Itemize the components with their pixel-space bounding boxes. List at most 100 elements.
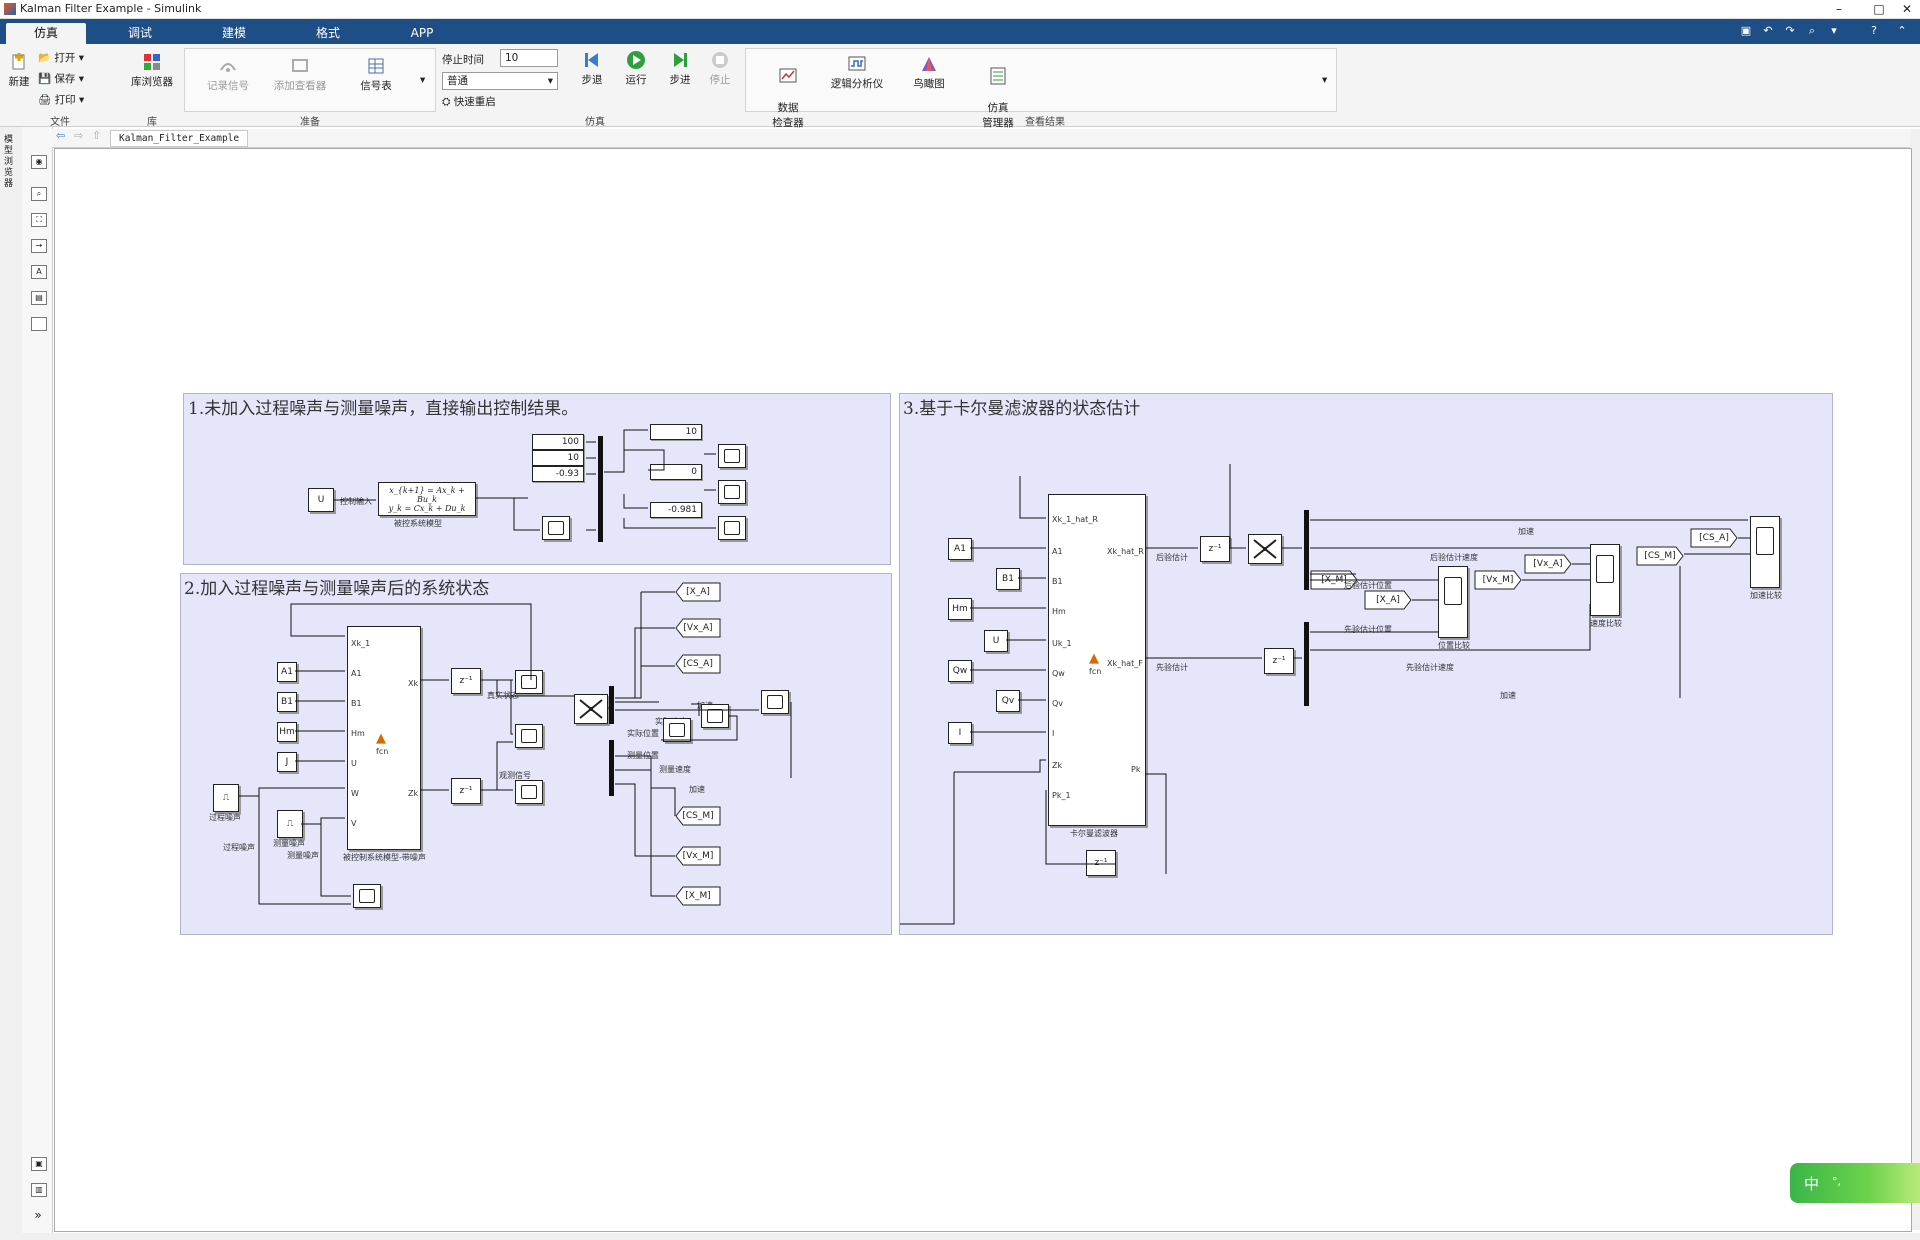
- area-with-noise[interactable]: 2.加入过程噪声与测量噪声后的系统状态 A1 B1 Hm J ⎍ 过程噪声 过程…: [180, 573, 892, 935]
- stop-button[interactable]: 停止: [700, 50, 740, 87]
- ime-punct: °,: [1832, 1175, 1841, 1188]
- model-canvas[interactable]: 1.未加入过程噪声与测量噪声，直接输出控制结果。 U 控制输入 x_{k+1} …: [54, 148, 1912, 1232]
- sim-manager-icon: [990, 67, 1006, 85]
- open-button[interactable]: 📂 打开 ▾: [38, 50, 84, 65]
- explorer-bar: ⇦ ⇨ ⇧ Kalman_Filter_Example: [52, 129, 1912, 148]
- add-viewer-icon: [292, 59, 308, 72]
- fit-to-view-icon[interactable]: ⛶: [31, 213, 47, 227]
- tab-apps[interactable]: APP: [382, 23, 462, 44]
- run-icon: [627, 51, 645, 69]
- forward-icon[interactable]: ⇨: [74, 129, 83, 142]
- area3-wires: [900, 464, 1750, 925]
- image-icon[interactable]: ▤: [31, 291, 47, 305]
- minimize-button[interactable]: –: [1826, 0, 1852, 18]
- step-forward-label: 步进: [669, 74, 691, 86]
- back-icon[interactable]: ⇦: [56, 129, 65, 142]
- redo-icon[interactable]: ↷: [1782, 24, 1798, 38]
- ribbon-tab-bar: 仿真 调试 建模 格式 APP ▣ ↶ ↷ ⌕ ▾ ? ⌃: [0, 19, 1920, 44]
- hide-browser-icon[interactable]: ◉: [31, 155, 47, 169]
- status-bar: [0, 1233, 1920, 1240]
- library-browser-button[interactable]: 库浏览器: [128, 52, 176, 89]
- new-button[interactable]: 新建: [4, 52, 34, 89]
- logic-analyzer-label: 逻辑分析仪: [830, 78, 884, 90]
- zoom-icon[interactable]: ⌕: [31, 187, 47, 201]
- tab-debug[interactable]: 调试: [100, 23, 180, 44]
- ribbon-toolbar: 新建 📂 打开 ▾ 💾 保存 ▾ 🖨 打印 ▾ 文件 库浏览器 库 记录信号 添…: [0, 44, 1920, 130]
- step-back-label: 步退: [581, 74, 603, 86]
- tab-format[interactable]: 格式: [288, 23, 368, 44]
- collapse-ribbon-icon[interactable]: ⌃: [1894, 24, 1910, 38]
- fast-restart-toggle[interactable]: ⛭ 快速重启: [442, 94, 496, 109]
- stop-time-input[interactable]: 10: [500, 49, 558, 67]
- help-icon[interactable]: ?: [1866, 24, 1882, 38]
- bird-view-button[interactable]: 鸟瞰图: [904, 54, 954, 91]
- simulink-app-icon: [4, 3, 16, 15]
- annotation-icon[interactable]: A: [31, 265, 47, 279]
- area1-wires: [334, 429, 716, 531]
- close-button[interactable]: ✕: [1894, 0, 1920, 18]
- data-inspector-label: 数据 检查器: [772, 102, 804, 129]
- breadcrumb[interactable]: Kalman_Filter_Example: [110, 130, 249, 147]
- open-label: 打开: [54, 52, 76, 64]
- save-button[interactable]: 💾 保存 ▾: [38, 71, 84, 86]
- library-browser-label: 库浏览器: [131, 76, 173, 88]
- area-no-noise[interactable]: 1.未加入过程噪声与测量噪声，直接输出控制结果。 U 控制输入 x_{k+1} …: [183, 393, 891, 565]
- model-browser-strip[interactable]: 模型浏览器: [0, 127, 23, 1233]
- data-inspector-button[interactable]: 数据 检查器: [760, 54, 816, 130]
- library-browser-icon: [144, 54, 160, 70]
- area-icon[interactable]: [31, 317, 47, 331]
- logic-analyzer-icon: [848, 56, 866, 71]
- ime-indicator[interactable]: 中 °,: [1790, 1163, 1920, 1203]
- print-button[interactable]: 🖨 打印 ▾: [38, 92, 84, 107]
- fast-restart-label: 快速重启: [453, 96, 496, 108]
- simulation-mode-value: 普通: [447, 75, 468, 87]
- run-label: 运行: [625, 74, 647, 86]
- group-file-label: 文件: [50, 117, 70, 128]
- bird-view-icon: [922, 57, 936, 71]
- group-prepare-label: 准备: [300, 117, 320, 128]
- new-label: 新建: [8, 76, 30, 88]
- undo-icon[interactable]: ↶: [1760, 24, 1776, 38]
- screenshot-icon[interactable]: ▣: [31, 1157, 47, 1171]
- up-icon[interactable]: ⇧: [92, 129, 101, 142]
- model-browser-label: 模型浏览器: [4, 135, 14, 189]
- simulation-mode-select[interactable]: 普通 ▾: [442, 72, 558, 90]
- property-inspector-icon[interactable]: ▥: [31, 1183, 47, 1197]
- prepare-expand-button[interactable]: ▾: [420, 74, 425, 86]
- tab-modeling[interactable]: 建模: [194, 23, 274, 44]
- stop-time-label: 停止时间: [442, 54, 484, 66]
- run-button[interactable]: 运行: [616, 50, 656, 87]
- group-simulate-label: 仿真: [585, 117, 605, 128]
- logic-analyzer-button[interactable]: 逻辑分析仪: [826, 54, 888, 91]
- step-forward-button[interactable]: 步进: [660, 50, 700, 87]
- stop-icon: [712, 52, 728, 68]
- group-review-label: 查看结果: [1025, 117, 1065, 128]
- data-inspector-icon: [779, 68, 797, 83]
- bird-view-label: 鸟瞰图: [913, 78, 945, 90]
- log-signal-label: 记录信号: [207, 80, 249, 92]
- search-icon[interactable]: ⌕: [1804, 24, 1820, 38]
- step-back-button[interactable]: 步退: [572, 50, 612, 87]
- expand-icon[interactable]: »: [31, 1209, 45, 1221]
- step-back-icon: [585, 53, 598, 67]
- save-quick-icon[interactable]: ▣: [1738, 24, 1754, 38]
- signal-table-icon: [368, 58, 384, 74]
- review-expand-button[interactable]: ▾: [1322, 74, 1327, 86]
- maximize-button[interactable]: □: [1866, 0, 1892, 18]
- open-icon: 📂: [38, 52, 52, 64]
- signal-table-label: 信号表: [360, 80, 392, 92]
- area2-wires: [239, 591, 792, 905]
- tab-simulation[interactable]: 仿真: [6, 23, 86, 44]
- save-label: 保存: [54, 73, 76, 85]
- arrow-icon[interactable]: →: [31, 239, 47, 253]
- window-title: Kalman Filter Example - Simulink: [20, 2, 202, 15]
- tool-palette: ◉ ⌕ ⛶ → A ▤ ▣ ▥ »: [22, 127, 53, 1233]
- area-kalman-filter[interactable]: 3.基于卡尔曼滤波器的状态估计 A1 B1 Hm U Qw Qv I Xk_1_…: [899, 393, 1833, 935]
- save-icon: 💾: [38, 73, 52, 85]
- help-search-icon[interactable]: ▾: [1826, 24, 1842, 38]
- signal-table-button[interactable]: 信号表: [352, 56, 400, 93]
- log-signal-icon: [220, 63, 236, 72]
- add-viewer-button[interactable]: 添加查看器: [268, 56, 332, 93]
- log-signal-button[interactable]: 记录信号: [200, 56, 256, 93]
- ime-lang: 中: [1804, 1175, 1820, 1193]
